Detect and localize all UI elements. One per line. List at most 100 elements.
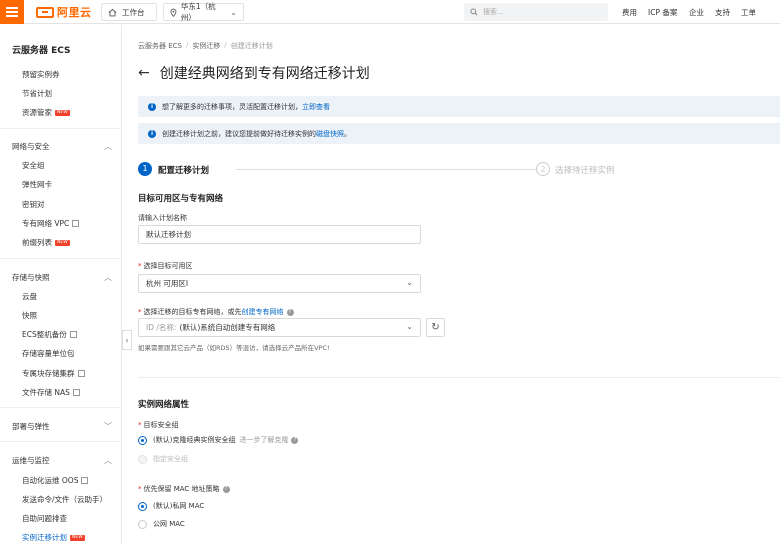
sidebar-item-troubleshoot[interactable]: 自助问题排查 [22, 513, 67, 524]
mac-label: * 优先保留 MAC 地址策略? [138, 484, 230, 494]
input-value: 默认迁移计划 [146, 230, 191, 239]
create-vpc-link[interactable]: 创建专有网络 [242, 307, 284, 317]
radio-selected[interactable] [138, 501, 147, 511]
sidebar-group-ops[interactable]: 运维与监控 ︿ [12, 455, 121, 466]
sidebar-group-network-security[interactable]: 网络与安全 ︿ [12, 141, 121, 152]
sidebar-item-prefix-list[interactable]: 前缀列表 NEW [22, 237, 70, 248]
radio-unselected[interactable] [138, 519, 147, 529]
sidebar-item-label: 专属块存储集群 [22, 369, 75, 378]
sg-option-clone[interactable]: (默认)克隆经典实例安全组 进一步了解克隆? [138, 435, 299, 445]
logo-text: 阿里云 [57, 6, 92, 19]
sidebar-item-savings-plan[interactable]: 节省计划 [22, 88, 52, 99]
sidebar-item-dedicated-block-storage[interactable]: 专属块存储集群 [22, 368, 85, 379]
breadcrumb-ecs[interactable]: 云服务器 ECS [138, 41, 182, 51]
sidebar: 云服务器 ECS 预留实例券 节省计划 资源管家 NEW 网络与安全 ︿ 安全组 弹… [0, 25, 122, 545]
sidebar-item-label: 专有网络 VPC [22, 219, 70, 228]
sidebar-item-label: 云盘 [22, 292, 37, 301]
sidebar-item-cloud-assistant[interactable]: 发送命令/文件（云助手） [22, 494, 107, 505]
zone-select[interactable]: 杭州 可用区I ⌄ [138, 274, 421, 293]
sidebar-title: 云服务器 ECS [12, 46, 71, 56]
location-pin-icon [170, 8, 177, 17]
sidebar-item-reserved-instance[interactable]: 预留实例券 [22, 69, 60, 80]
breadcrumb-migration[interactable]: 实例迁移 [192, 41, 220, 51]
sidebar-item-nas[interactable]: 文件存储 NAS [22, 387, 80, 398]
sidebar-item-disk[interactable]: 云盘 [22, 291, 37, 302]
vpc-prefix: ID /名称: [146, 323, 177, 332]
step-connector-line [236, 169, 536, 170]
info-icon: i [148, 102, 156, 111]
page-title-row: ← 创建经典网络到专有网络迁移计划 [138, 63, 370, 83]
workbench-label: 工作台 [122, 7, 145, 17]
sidebar-item-eni[interactable]: 弹性网卡 [22, 179, 52, 190]
sidebar-item-label: 预留实例券 [22, 70, 60, 79]
sidebar-item-ecs-backup[interactable]: ECS整机备份 [22, 329, 77, 340]
sidebar-item-security-group[interactable]: 安全组 [22, 160, 45, 171]
refresh-button[interactable]: ↻ [426, 318, 445, 337]
label-text: 选择目标可用区 [143, 262, 193, 270]
nav-fees[interactable]: 费用 [622, 7, 637, 18]
aliyun-logo[interactable]: 阿里云 [36, 4, 92, 20]
chevron-up-icon: ︿ [104, 456, 112, 465]
mac-option-public[interactable]: 公网 MAC [138, 519, 185, 529]
search-input[interactable]: 搜索... [464, 3, 608, 21]
sidebar-item-oos[interactable]: 自动化运维 OOS [22, 475, 89, 486]
chevron-down-icon: ⌄ [230, 7, 237, 17]
sidebar-group-storage[interactable]: 存储与快照 ︿ [12, 272, 121, 283]
radio-label: 公网 MAC [153, 520, 185, 528]
page-title: 创建经典网络到专有网络迁移计划 [159, 66, 370, 82]
sidebar-item-resource-manager[interactable]: 资源管家 NEW [22, 107, 70, 118]
step-1-circle: 1 [138, 162, 152, 176]
sidebar-item-label: 存储容量单位包 [22, 349, 75, 358]
new-badge: NEW [55, 239, 70, 246]
region-label: 华东1（杭州） [180, 2, 216, 22]
back-arrow-icon[interactable]: ← [138, 65, 150, 81]
notice-link-view[interactable]: 立即查看 [302, 102, 330, 112]
help-icon[interactable]: ? [222, 485, 230, 493]
breadcrumb-separator: / [185, 41, 189, 49]
label-text: 优先保留 MAC 地址策略 [143, 485, 220, 493]
sidebar-item-keypair[interactable]: 密钥对 [22, 199, 45, 210]
refresh-icon: ↻ [431, 322, 440, 333]
sidebar-item-label: 文件存储 NAS [22, 388, 70, 397]
section-title-zone-vpc: 目标可用区与专有网络 [138, 194, 224, 204]
external-link-icon [77, 370, 85, 377]
search-icon [470, 8, 478, 16]
help-icon[interactable]: ? [286, 308, 294, 316]
sidebar-item-snapshot[interactable]: 快照 [22, 310, 37, 321]
region-selector[interactable]: 华东1（杭州） ⌄ [163, 2, 244, 22]
workbench-button[interactable]: 工作台 [101, 3, 157, 21]
step-2-circle: 2 [536, 162, 550, 176]
hamburger-menu-icon[interactable] [0, 0, 24, 24]
chevron-down-icon: ﹀ [104, 422, 112, 431]
radio-label: 指定安全组 [153, 455, 188, 463]
sidebar-item-storage-capacity[interactable]: 存储容量单位包 [22, 348, 75, 359]
nav-enterprise[interactable]: 企业 [689, 7, 704, 18]
notice-link-snapshot[interactable]: 磁盘快照 [316, 129, 344, 139]
required-marker: * [138, 308, 142, 316]
sidebar-item-migration-plan[interactable]: 实例迁移计划 NEW [22, 532, 85, 543]
notice-suffix: 。 [344, 129, 351, 138]
vpc-label: * 选择迁移的目标专有网络，或先 创建专有网络? [138, 307, 294, 317]
vpc-select[interactable]: ID /名称: (默认)系统自动创建专有网络 ⌄ [138, 318, 421, 337]
help-icon[interactable]: ? [291, 436, 299, 444]
sidebar-divider [0, 258, 121, 259]
notice-text: 想了解更多的迁移事项，灵活配置迁移计划， [162, 102, 302, 111]
nav-ticket[interactable]: 工单 [741, 7, 756, 18]
sidebar-item-vpc[interactable]: 专有网络 VPC [22, 218, 80, 229]
sidebar-item-label: 节省计划 [22, 89, 52, 98]
nav-icp[interactable]: ICP 备案 [648, 7, 677, 18]
sidebar-group-deploy[interactable]: 部署与弹性 ﹀ [12, 421, 121, 432]
nav-support[interactable]: 支持 [715, 7, 730, 18]
required-marker: * [138, 262, 142, 270]
external-link-icon [72, 389, 80, 396]
notice-banner-learn-more: i 想了解更多的迁移事项，灵活配置迁移计划， 立即查看 [138, 96, 780, 117]
label-text: 选择迁移的目标专有网络，或先 [143, 308, 242, 316]
radio-selected[interactable] [138, 435, 147, 445]
plan-name-input[interactable]: 默认迁移计划 [138, 225, 421, 244]
learn-clone-link[interactable]: 进一步了解克隆 [239, 435, 288, 445]
section-divider [138, 377, 780, 378]
chevron-down-icon: ⌄ [406, 322, 413, 331]
sidebar-item-label: 快照 [22, 311, 37, 320]
sidebar-divider [0, 441, 121, 442]
mac-option-private[interactable]: (默认)私网 MAC [138, 501, 204, 511]
